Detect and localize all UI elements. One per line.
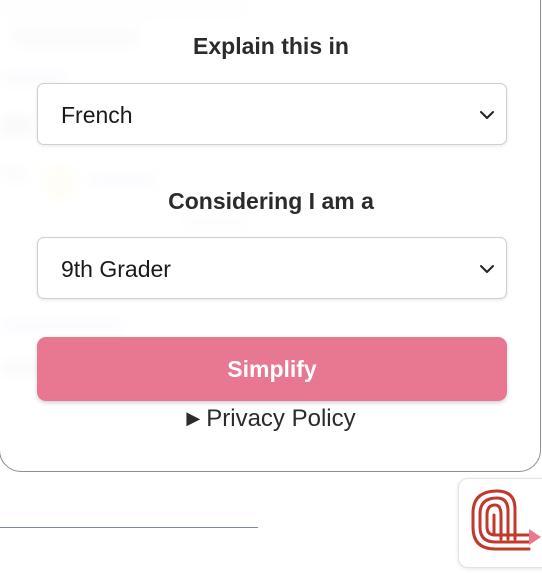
extension-popup-screen: Explain this in French Considering I am … xyxy=(0,0,542,573)
grade-level-select[interactable]: 9th Grader xyxy=(37,237,507,299)
grade-level-select-value: 9th Grader xyxy=(61,256,171,282)
simplify-panel: Explain this in French Considering I am … xyxy=(0,0,541,472)
chevron-down-icon xyxy=(480,265,494,273)
triangle-right-icon: ▶ xyxy=(186,408,201,428)
extension-launcher-button[interactable] xyxy=(458,478,542,568)
simplify-button[interactable]: Simplify xyxy=(37,337,507,401)
maze-logo-icon xyxy=(471,489,541,551)
page-divider xyxy=(0,527,258,528)
language-heading: Explain this in xyxy=(193,33,349,59)
language-select[interactable]: French xyxy=(37,83,507,145)
privacy-policy-toggle[interactable]: ▶ Privacy Policy xyxy=(0,405,542,433)
privacy-policy-label: Privacy Policy xyxy=(206,405,356,432)
language-select-value: French xyxy=(61,102,133,128)
level-heading: Considering I am a xyxy=(168,188,374,214)
chevron-down-icon xyxy=(480,111,494,119)
